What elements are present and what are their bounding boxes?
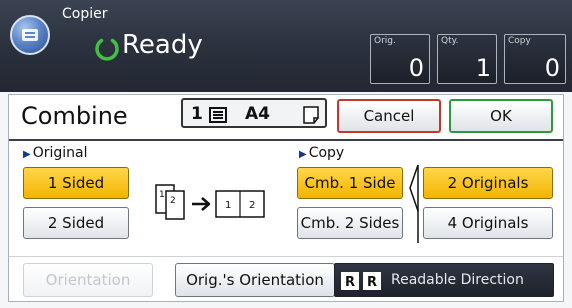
orientation-button[interactable]: Orientation bbox=[23, 263, 153, 297]
copy-label-text: Copy bbox=[308, 145, 345, 161]
originals-counter: Orig. 0 bbox=[370, 34, 430, 84]
status-text: Ready bbox=[122, 30, 203, 60]
paper-count: 1 bbox=[191, 104, 203, 124]
counter-value: 1 bbox=[475, 54, 491, 82]
panel-header: Combine 1 A4 Cancel OK bbox=[9, 95, 563, 141]
paper-tray-icon bbox=[209, 107, 229, 127]
original-2-sided-button[interactable]: 2 Sided bbox=[23, 207, 129, 239]
copier-app-icon[interactable] bbox=[10, 15, 50, 55]
quantity-counter: Qty. 1 bbox=[437, 34, 497, 84]
svg-text:R: R bbox=[367, 275, 377, 290]
original-section-label: ▶ Original bbox=[23, 145, 88, 161]
original-1-sided-button[interactable]: 1 Sided bbox=[23, 167, 129, 199]
counter-value: 0 bbox=[544, 54, 560, 82]
diagram-page1: 1 bbox=[159, 190, 165, 200]
diagram-out1: 1 bbox=[225, 200, 231, 211]
app-label: Copier bbox=[62, 6, 108, 22]
section-arrow-icon: ▶ bbox=[299, 149, 307, 160]
divider bbox=[9, 256, 563, 257]
copier-screen: Copier Ready Orig. 0 Qty. 1 Copy 0 Combi… bbox=[0, 0, 572, 308]
page-title: Combine bbox=[21, 102, 128, 130]
ready-power-icon bbox=[92, 32, 122, 62]
paper-size: A4 bbox=[245, 104, 270, 124]
svg-text:R: R bbox=[345, 275, 355, 290]
readable-direction-label: Readable Direction bbox=[391, 272, 524, 288]
counter-label: Orig. bbox=[374, 36, 396, 46]
combine-panel: Combine 1 A4 Cancel OK ▶ Original 1 Side… bbox=[8, 94, 564, 302]
combine-2-sides-button[interactable]: Cmb. 2 Sides bbox=[297, 207, 403, 239]
copies-counter: Copy 0 bbox=[504, 34, 566, 84]
4-originals-button[interactable]: 4 Originals bbox=[423, 207, 553, 239]
page-orientation-icon bbox=[303, 106, 319, 128]
diagram-out2: 2 bbox=[249, 200, 255, 211]
readable-r-icon: R bbox=[363, 272, 381, 294]
status-bar: Copier Ready Orig. 0 Qty. 1 Copy 0 bbox=[0, 0, 572, 92]
readable-r-icon: R bbox=[341, 272, 359, 294]
orig-orientation-button[interactable]: Orig.'s Orientation bbox=[175, 263, 335, 297]
counter-value: 0 bbox=[408, 54, 424, 82]
paper-info-box: 1 A4 bbox=[181, 98, 327, 128]
option-bracket bbox=[409, 164, 419, 243]
counter-label: Qty. bbox=[441, 36, 459, 46]
combine-diagram: 1 2 1 2 bbox=[146, 179, 286, 229]
counter-label: Copy bbox=[508, 36, 531, 46]
diagram-page2: 2 bbox=[170, 196, 176, 206]
section-arrow-icon: ▶ bbox=[23, 149, 31, 160]
copy-section-label: ▶ Copy bbox=[299, 145, 344, 161]
readable-direction-indicator[interactable]: R R Readable Direction bbox=[334, 263, 554, 297]
cancel-button[interactable]: Cancel bbox=[337, 99, 441, 133]
original-label-text: Original bbox=[32, 145, 88, 161]
2-originals-button[interactable]: 2 Originals bbox=[423, 167, 553, 199]
combine-1-side-button[interactable]: Cmb. 1 Side bbox=[297, 167, 403, 199]
ok-button[interactable]: OK bbox=[449, 99, 553, 133]
